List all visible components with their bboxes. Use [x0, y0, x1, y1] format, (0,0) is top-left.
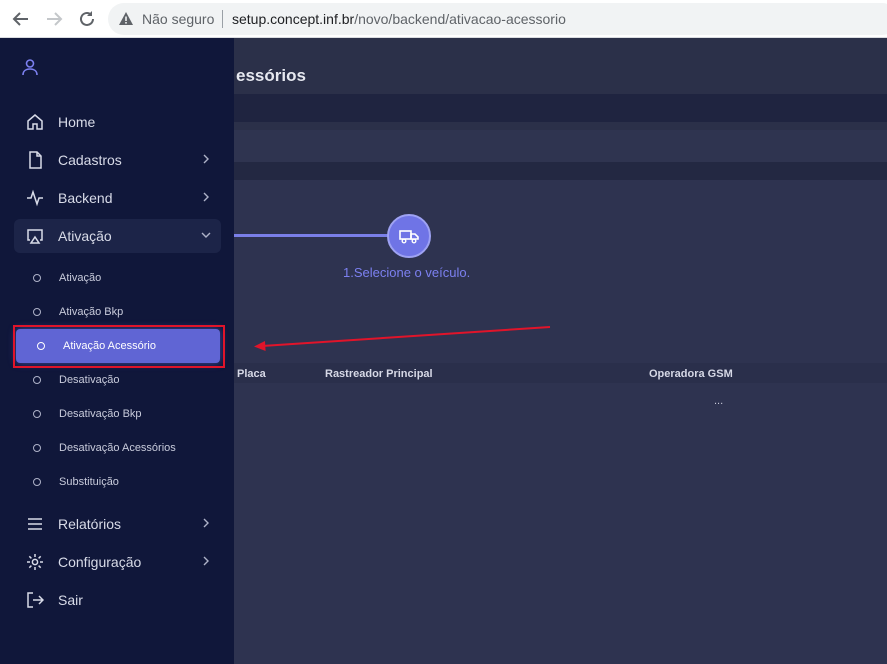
- address-separator: [222, 10, 223, 28]
- logout-icon: [27, 592, 44, 608]
- not-secure-label[interactable]: Não seguro: [142, 11, 214, 27]
- submenu-item-desativacao-acessorios[interactable]: Desativação Acessórios: [14, 433, 221, 463]
- submenu-item-ativacao[interactable]: Ativação: [14, 263, 221, 293]
- file-icon: [29, 151, 42, 169]
- submenu-item-label: Desativação Acessórios: [59, 442, 176, 454]
- arrow-right-icon: [47, 12, 63, 26]
- chevron-right-icon: [203, 518, 209, 528]
- arrow-left-icon: [12, 12, 28, 26]
- warning-icon: [119, 12, 133, 25]
- sidebar-item-label: Sair: [58, 592, 83, 608]
- forward-button[interactable]: [43, 8, 65, 30]
- column-header-rastreador[interactable]: Rastreador Principal: [325, 368, 433, 380]
- submenu-item-label: Desativação: [59, 374, 120, 386]
- sidebar-item-label: Relatórios: [58, 516, 122, 532]
- chevron-down-icon: [201, 232, 211, 238]
- submenu-item-label: Ativação: [59, 272, 102, 284]
- sidebar-item-label: Configuração: [58, 554, 142, 570]
- stepper-line: [234, 234, 390, 237]
- url-host: setup.concept.inf.br: [232, 11, 355, 27]
- column-header-operadora[interactable]: Operadora GSM: [649, 368, 733, 380]
- sidebar-item-configuracao[interactable]: Configuração: [14, 545, 221, 579]
- chevron-right-icon: [203, 192, 209, 202]
- sidebar-item-ativacao[interactable]: Ativação: [14, 219, 221, 253]
- gear-icon: [27, 554, 43, 570]
- user-icon[interactable]: [21, 58, 39, 76]
- chevron-right-icon: [203, 556, 209, 566]
- submenu-item-label: Desativação Bkp: [59, 408, 142, 420]
- circle-icon: [33, 410, 41, 418]
- url-text[interactable]: setup.concept.inf.br/novo/backend/ativac…: [232, 11, 566, 27]
- back-button[interactable]: [10, 8, 32, 30]
- circle-icon: [33, 274, 41, 282]
- sidebar-item-label: Ativação: [58, 228, 112, 244]
- menu-lines-icon: [28, 518, 42, 530]
- page-title: essórios: [236, 66, 306, 85]
- home-icon: [27, 114, 43, 130]
- sidebar-item-label: Backend: [58, 190, 113, 206]
- chevron-right-icon: [203, 154, 209, 164]
- submenu-item-label: Ativação Bkp: [59, 306, 124, 318]
- annotation-highlight-box: [13, 325, 225, 368]
- browser-toolbar: Não seguro setup.concept.inf.br/novo/bac…: [0, 0, 887, 38]
- circle-icon: [33, 376, 41, 384]
- sidebar-item-label: Home: [58, 114, 96, 130]
- column-header-placa[interactable]: Placa: [237, 368, 266, 380]
- circle-icon: [33, 478, 41, 486]
- circle-icon: [33, 308, 41, 316]
- reload-icon: [80, 11, 94, 26]
- sidebar-item-relatorios[interactable]: Relatórios: [14, 507, 221, 541]
- sidebar-item-cadastros[interactable]: Cadastros: [14, 143, 221, 177]
- step-1-button[interactable]: [387, 214, 431, 258]
- step-1-label: 1.Selecione o veículo.: [343, 265, 471, 280]
- submenu-item-desativacao[interactable]: Desativação: [14, 365, 221, 395]
- reload-button[interactable]: [76, 8, 98, 30]
- submenu-item-substituicao[interactable]: Substituição: [14, 467, 221, 497]
- submenu-item-label: Substituição: [59, 476, 119, 488]
- sidebar-item-sair[interactable]: Sair: [14, 583, 221, 617]
- sidebar-item-label: Cadastros: [58, 152, 122, 168]
- sidebar-item-backend[interactable]: Backend: [14, 181, 221, 215]
- truck-icon: [399, 230, 419, 244]
- submenu-item-desativacao-bkp[interactable]: Desativação Bkp: [14, 399, 221, 429]
- circle-icon: [33, 444, 41, 452]
- sidebar-item-home[interactable]: Home: [14, 105, 221, 139]
- activity-icon: [27, 189, 43, 207]
- url-path: /novo/backend/ativacao-acessorio: [354, 11, 566, 27]
- table-empty-indicator: ...: [714, 395, 724, 407]
- submenu-item-ativacao-bkp[interactable]: Ativação Bkp: [14, 297, 221, 327]
- airplay-icon: [27, 229, 43, 244]
